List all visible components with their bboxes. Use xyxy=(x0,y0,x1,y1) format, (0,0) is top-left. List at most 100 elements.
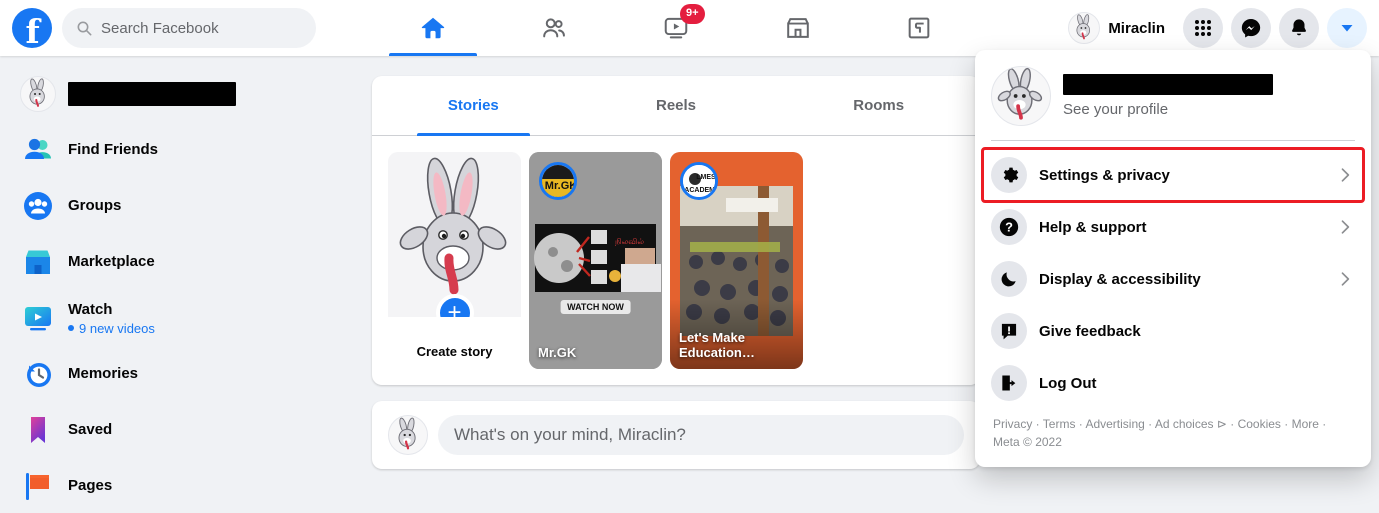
account-name-label: Miraclin xyxy=(1108,19,1165,37)
sidebar-item-saved[interactable]: Saved xyxy=(12,408,352,452)
active-tab-underline xyxy=(389,53,477,56)
find-friends-icon xyxy=(20,132,56,168)
messenger-button[interactable] xyxy=(1231,8,1271,48)
sidebar-item-label: Watch xyxy=(68,300,113,318)
svg-text:Mr.GK: Mr.GK xyxy=(545,180,577,192)
groups-icon xyxy=(20,188,56,224)
menu-item-label: Help & support xyxy=(1039,218,1147,236)
bell-icon xyxy=(1292,19,1306,36)
chevron-right-icon xyxy=(1341,272,1350,286)
story-author-ring: Mr.GK xyxy=(539,162,577,200)
menu-footer-links[interactable]: Privacy · Terms · Advertising · Ad choic… xyxy=(983,409,1363,459)
tab-stories[interactable]: Stories xyxy=(372,76,575,136)
search-box[interactable] xyxy=(62,8,316,48)
watch-now-badge: WATCH NOW xyxy=(560,300,631,314)
story-author-label: Mr.GK xyxy=(538,345,577,361)
marketplace-icon xyxy=(786,18,809,38)
sidebar-item-label: Marketplace xyxy=(68,253,155,270)
tab-label: Reels xyxy=(655,97,697,114)
notifications-button[interactable] xyxy=(1279,8,1319,48)
sidebar-item-profile[interactable] xyxy=(12,72,352,116)
tab-rooms[interactable]: Rooms xyxy=(777,76,980,135)
top-navigation-bar: f Search Facebook 9+ Miraclin xyxy=(0,0,1379,56)
sidebar-item-groups[interactable]: Groups xyxy=(12,184,352,228)
menu-item-help-support[interactable]: ? Help & support xyxy=(983,201,1363,253)
friends-icon xyxy=(543,18,566,38)
sidebar-item-memories[interactable]: Memories xyxy=(12,352,352,396)
story-author-ring: LMES ACADEMY xyxy=(680,162,718,200)
watch-notification-badge: 9+ xyxy=(679,4,705,24)
gaming-icon xyxy=(908,17,930,39)
chevron-right-icon xyxy=(1341,220,1350,234)
nav-tab-watch[interactable]: 9+ xyxy=(615,0,737,56)
menu-profile-row[interactable]: See your profile xyxy=(983,58,1363,136)
menu-item-log-out[interactable]: Log Out xyxy=(983,357,1363,409)
menu-item-display-accessibility[interactable]: Display & accessibility xyxy=(983,253,1363,305)
create-story-thumbnail xyxy=(388,152,521,317)
primary-nav-tabs: 9+ xyxy=(372,0,980,56)
account-dropdown-button[interactable] xyxy=(1327,8,1367,48)
pages-icon xyxy=(20,468,56,504)
watch-icon xyxy=(20,300,56,336)
bunny-avatar-icon xyxy=(1069,13,1100,43)
nav-tab-friends[interactable] xyxy=(494,0,616,56)
sidebar-item-marketplace[interactable]: Marketplace xyxy=(12,240,352,284)
sidebar-item-sublabel: 9 new videos xyxy=(68,321,155,336)
menu-item-label: Give feedback xyxy=(1039,322,1141,340)
messenger-icon xyxy=(1241,19,1261,38)
story-card[interactable]: LMES ACADEMY Let's Make Education… xyxy=(670,152,803,369)
chevron-down-icon xyxy=(1341,25,1353,32)
svg-text:LMES: LMES xyxy=(696,174,716,181)
svg-text:?: ? xyxy=(1005,220,1013,235)
nav-tab-marketplace[interactable] xyxy=(737,0,859,56)
sidebar-item-label: Saved xyxy=(68,421,113,438)
gear-icon xyxy=(991,157,1027,193)
main-feed: Stories Reels Rooms + Create story நிலவி… xyxy=(372,76,980,469)
sidebar-item-find-friends[interactable]: Find Friends xyxy=(12,128,352,172)
account-profile-chip[interactable]: Miraclin xyxy=(1065,9,1175,47)
create-story-label: Create story xyxy=(416,344,493,359)
nav-tab-home[interactable] xyxy=(372,0,494,56)
feedback-icon xyxy=(991,313,1027,349)
composer-avatar[interactable] xyxy=(388,415,428,455)
menu-avatar xyxy=(991,66,1051,126)
help-icon: ? xyxy=(991,209,1027,245)
stories-card: Stories Reels Rooms + Create story நிலவி… xyxy=(372,76,980,385)
sidebar-avatar xyxy=(20,76,56,112)
avatar xyxy=(1068,12,1101,44)
story-card[interactable]: நிலவில் Mr.GK WATCH NOW Mr.GK xyxy=(529,152,662,369)
logout-icon xyxy=(991,365,1027,401)
svg-text:ACADEMY: ACADEMY xyxy=(684,187,718,194)
stories-tab-bar: Stories Reels Rooms xyxy=(372,76,980,136)
story-author-label: Let's Make Education… xyxy=(679,330,755,361)
bunny-avatar-icon xyxy=(389,416,427,454)
new-indicator-dot xyxy=(68,325,74,331)
sidebar-item-watch[interactable]: Watch 9 new videos xyxy=(12,296,352,340)
composer-input[interactable]: What's on your mind, Miraclin? xyxy=(438,415,964,455)
nav-tab-gaming[interactable] xyxy=(858,0,980,56)
menu-divider xyxy=(991,140,1355,141)
active-tab-underline xyxy=(416,133,531,136)
sidebar-profile-name-redacted xyxy=(68,82,236,106)
tab-reels[interactable]: Reels xyxy=(575,76,778,135)
bunny-avatar-icon xyxy=(992,67,1050,125)
tab-label: Rooms xyxy=(853,97,905,114)
menu-item-give-feedback[interactable]: Give feedback xyxy=(983,305,1363,357)
tab-label: Stories xyxy=(447,97,499,114)
sidebar-item-pages[interactable]: Pages xyxy=(12,464,352,508)
memories-icon xyxy=(20,356,56,392)
sidebar-item-label: Groups xyxy=(68,197,122,214)
moon-icon xyxy=(991,261,1027,297)
saved-icon xyxy=(20,412,56,448)
create-story-footer: Create story xyxy=(388,317,521,369)
home-icon xyxy=(421,17,445,39)
search-input[interactable] xyxy=(101,19,291,37)
facebook-logo-icon[interactable]: f xyxy=(12,8,52,48)
bunny-avatar-icon xyxy=(21,77,55,111)
menu-item-settings-privacy[interactable]: Settings & privacy xyxy=(981,147,1365,203)
bunny-illustration xyxy=(388,152,521,317)
story-create[interactable]: + Create story xyxy=(388,152,521,369)
topbar-right-controls: Miraclin xyxy=(1065,0,1367,56)
menu-grid-button[interactable] xyxy=(1183,8,1223,48)
menu-item-label: Log Out xyxy=(1039,374,1097,392)
